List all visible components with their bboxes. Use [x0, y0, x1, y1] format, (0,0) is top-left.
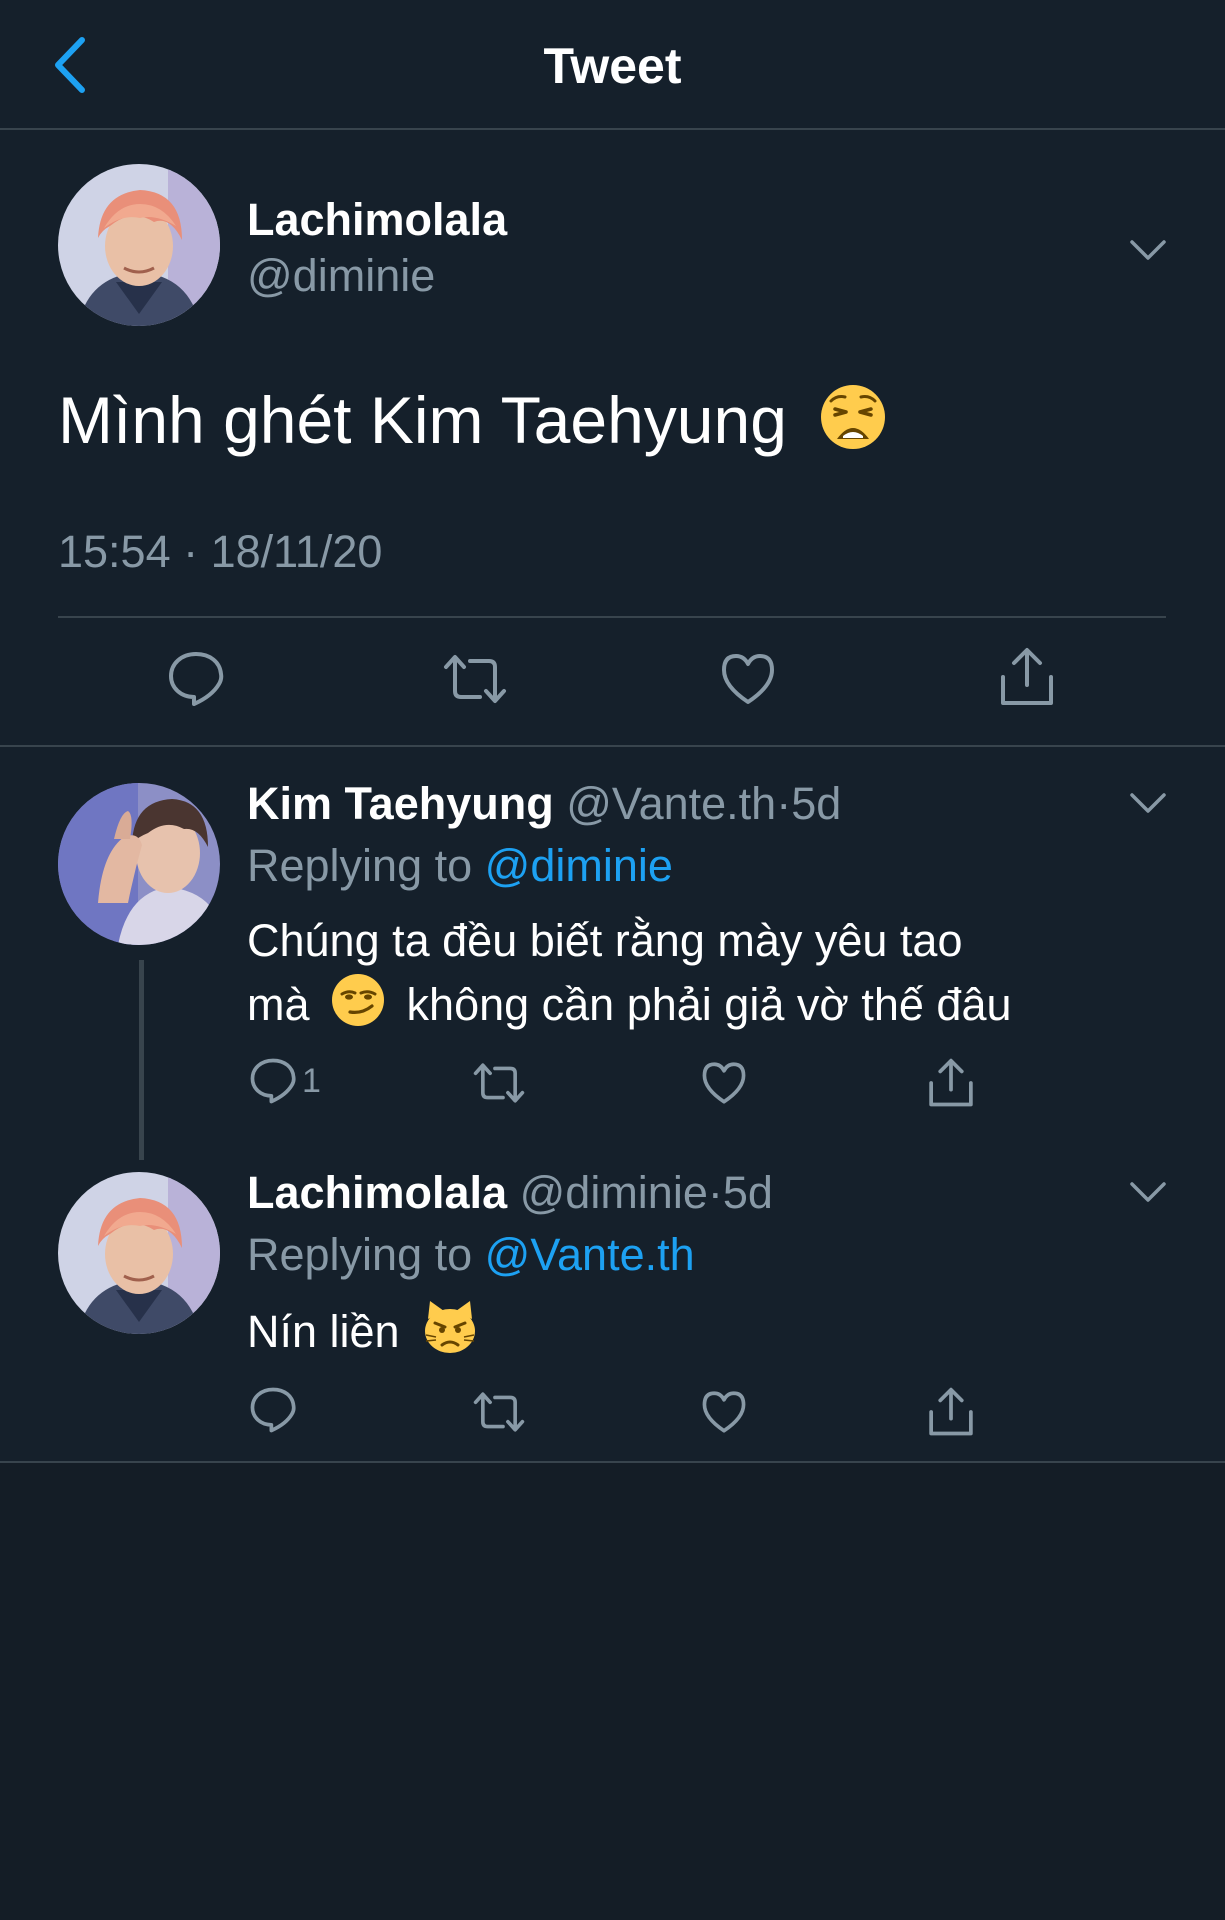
reply-text-line-2: mà không cần phải giả vờ thế đâu	[247, 972, 1012, 1044]
tweet-text-content: Mình ghét Kim Taehyung	[58, 383, 787, 457]
avatar[interactable]	[58, 1172, 220, 1334]
reply-text-part: Nín liền	[247, 1305, 400, 1357]
screen: Tweet Lachimolala @diminie Mình ghét Kim…	[0, 0, 1225, 1920]
retweet-button[interactable]	[472, 1391, 526, 1433]
reply-button[interactable]: 1	[250, 1057, 321, 1105]
reply-button[interactable]	[168, 650, 224, 708]
pouting-cat-face-emoji	[422, 1299, 478, 1371]
tweet-text: Mình ghét Kim Taehyung	[58, 380, 887, 468]
replying-to-link[interactable]: @diminie	[485, 840, 673, 891]
replying-to-label: Replying to	[247, 1229, 473, 1280]
like-button[interactable]	[720, 652, 776, 706]
heart-icon	[702, 1391, 746, 1433]
retweet-button[interactable]	[442, 653, 508, 705]
author-handle[interactable]: @diminie	[247, 248, 435, 304]
comment-icon	[169, 652, 224, 706]
retweet-icon	[444, 655, 506, 703]
reply-author-handle[interactable]: @diminie	[520, 1167, 708, 1218]
retweet-button[interactable]	[472, 1062, 526, 1104]
chevron-down-icon[interactable]	[1128, 236, 1168, 264]
page-title: Tweet	[543, 38, 682, 94]
share-icon	[1001, 648, 1053, 705]
comment-icon	[250, 1387, 296, 1433]
chevron-down-icon[interactable]	[1128, 789, 1168, 817]
reply-text-line-1: Chúng ta đều biết rằng mày yêu tao	[247, 915, 963, 966]
dot-separator: ·	[776, 778, 792, 829]
tweet-divider	[58, 616, 1166, 618]
reply-count: 1	[302, 1061, 321, 1100]
reply-age: 5d	[791, 778, 842, 829]
share-button[interactable]	[998, 647, 1056, 707]
thread-line	[139, 960, 144, 1160]
reply-age: 5d	[722, 1167, 773, 1218]
like-button[interactable]	[701, 1390, 747, 1434]
reply-author-handle[interactable]: @Vante.th	[566, 778, 776, 829]
reply-text-part: không cần phải giả vờ thế đâu	[406, 978, 1012, 1030]
avatar[interactable]	[58, 783, 220, 945]
replying-to-label: Replying to	[247, 840, 473, 891]
author-name[interactable]: Lachimolala	[247, 192, 507, 248]
reply-button[interactable]	[250, 1386, 296, 1434]
weary-face-emoji	[819, 383, 887, 468]
reply-text-line-1: Nín liền	[247, 1299, 478, 1371]
share-button[interactable]	[927, 1387, 975, 1437]
bottom-divider	[0, 1461, 1225, 1463]
reply-author-name[interactable]: Kim Taehyung	[247, 778, 554, 829]
heart-icon	[722, 654, 774, 704]
heart-icon	[702, 1062, 746, 1104]
retweet-icon	[473, 1392, 525, 1432]
avatar[interactable]	[58, 164, 220, 326]
main-tweet: Lachimolala @diminie Mình ghét Kim Taehy…	[0, 130, 1225, 745]
retweet-icon	[473, 1063, 525, 1103]
reply-header: Kim Taehyung @Vante.th·5d	[247, 776, 841, 832]
share-button[interactable]	[927, 1058, 975, 1108]
like-button[interactable]	[701, 1061, 747, 1105]
replying-to: Replying to @Vante.th	[247, 1227, 695, 1283]
dot-separator: ·	[707, 1167, 723, 1218]
reply-text-part: mà	[247, 978, 310, 1030]
chevron-down-icon[interactable]	[1128, 1178, 1168, 1206]
reply-header: Lachimolala @diminie·5d	[247, 1165, 773, 1221]
nav-bar: Tweet	[0, 0, 1225, 128]
share-icon	[929, 1058, 973, 1107]
share-icon	[929, 1387, 973, 1436]
replying-to: Replying to @diminie	[247, 838, 673, 894]
reply-author-name[interactable]: Lachimolala	[247, 1167, 507, 1218]
tweet-timestamp: 15:54 · 18/11/20	[58, 526, 383, 577]
smirking-face-emoji	[330, 972, 386, 1044]
replying-to-link[interactable]: @Vante.th	[485, 1229, 695, 1280]
comment-icon	[250, 1058, 296, 1104]
